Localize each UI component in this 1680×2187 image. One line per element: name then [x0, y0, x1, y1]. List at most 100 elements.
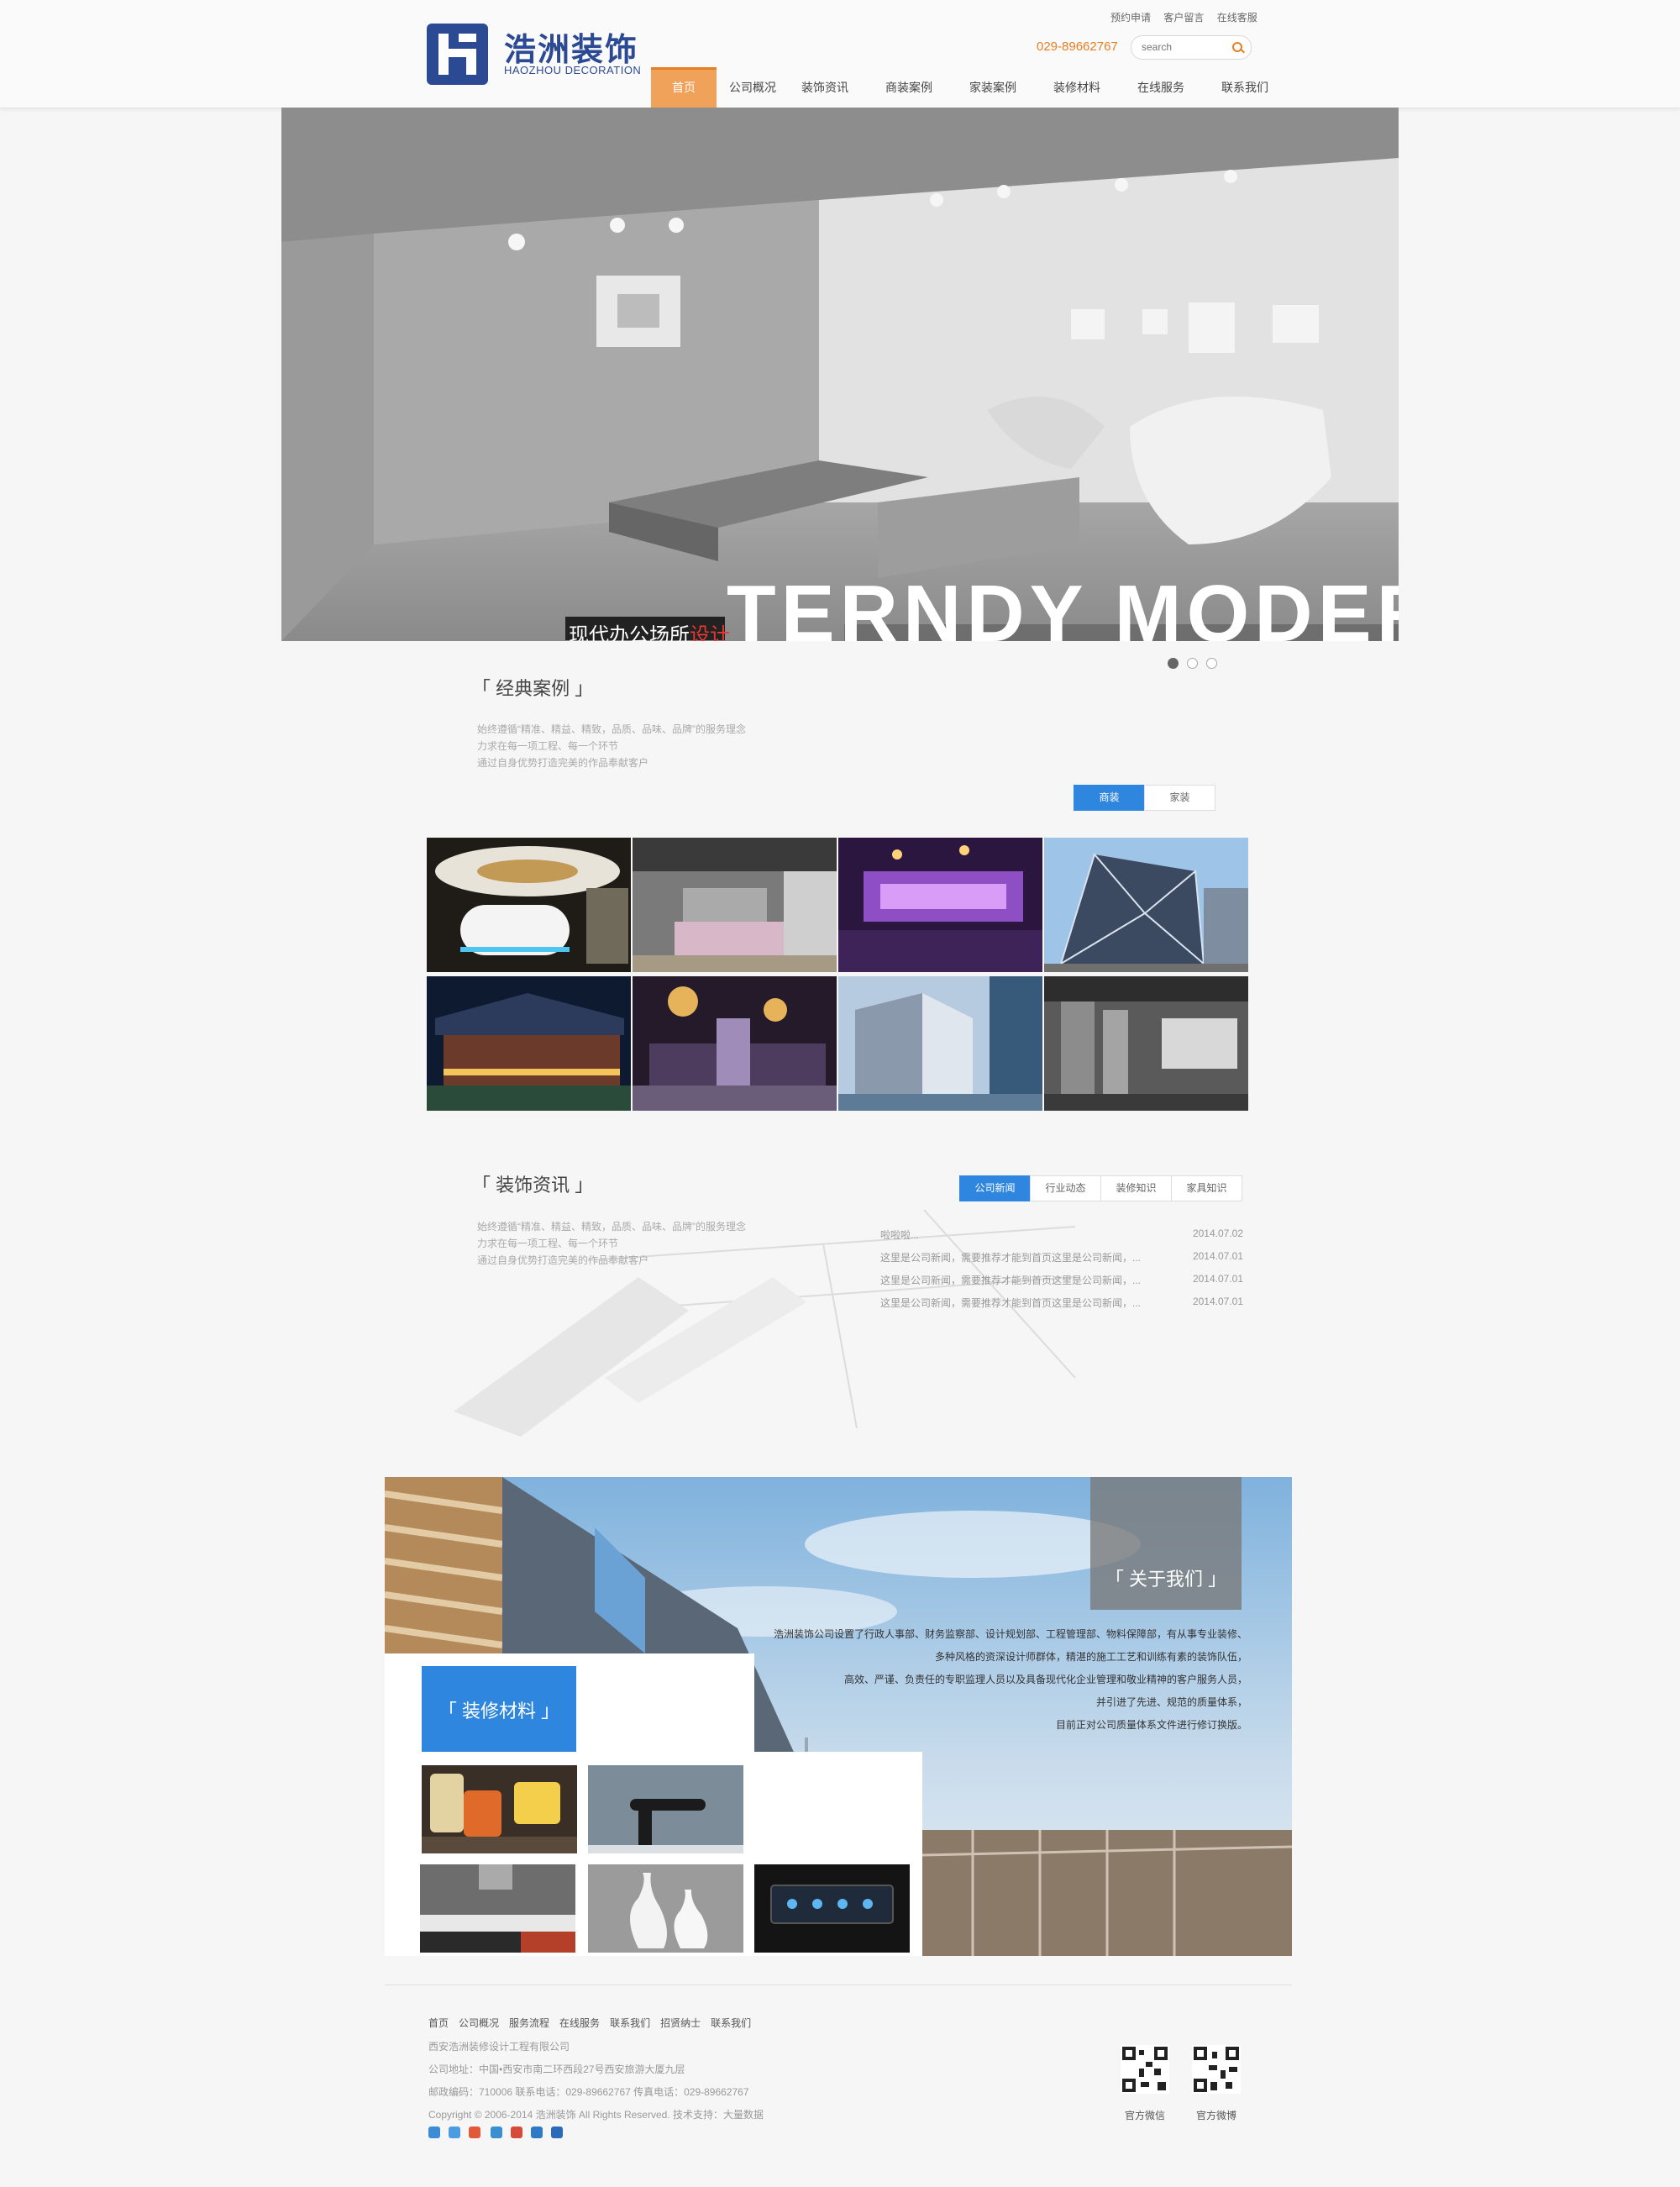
footer-link-contact[interactable]: 联系我们	[610, 2016, 650, 2030]
news-item-date: 2014.07.01	[1192, 1273, 1243, 1285]
news-desc-line: 力求在每一项工程、每一个环节	[477, 1238, 619, 1249]
tab-industry-news[interactable]: 行业动态	[1030, 1175, 1101, 1201]
share-plus-icon[interactable]	[428, 2127, 440, 2138]
case-image-building[interactable]	[1044, 838, 1248, 972]
nav-materials[interactable]: 装修材料	[1041, 67, 1125, 108]
site-header: 浩洲装饰 HAOZHOU DECORATION 预约申请 客户留言 在线客服 0…	[0, 0, 1680, 110]
about-text-line: 多种风格的资深设计师群体，精湛的施工工艺和训练有素的装饰队伍，	[934, 1651, 1247, 1663]
slider-dot-2[interactable]	[1187, 658, 1198, 669]
search-box	[1131, 35, 1252, 60]
news-item-title[interactable]: 这里是公司新闻，需要推荐才能到首页这里是公司新闻，...	[880, 1252, 1141, 1264]
cases-desc-line: 通过自身优势打造完美的作品奉献客户	[477, 757, 649, 769]
office-interior-image	[281, 108, 1399, 641]
banner-caption-b: 设计	[690, 624, 730, 641]
footer-address: 公司地址：中国•西安市南二环西段27号西安旅游大厦九层	[428, 2063, 685, 2075]
cases-description: 始终遵循“精准、精益、精致，品质、品味、品牌”的服务理念 力求在每一项工程、每一…	[477, 721, 746, 771]
qr-label-weibo: 官方微博	[1195, 2110, 1236, 2121]
footer-contact: 邮政编码：710006 联系电话：029-89662767 传真电话：029-8…	[428, 2086, 749, 2098]
case-image-palace[interactable]	[427, 976, 631, 1111]
banner-caption-a: 现代办公场所	[569, 624, 690, 641]
about-text-line: 目前正对公司质量体系文件进行修订换版。	[1055, 1719, 1247, 1731]
phone-number: 029-89662767	[1037, 39, 1118, 54]
banner-headline: TERNDY MODERN	[727, 569, 1399, 642]
news-item-date: 2014.07.02	[1192, 1228, 1243, 1239]
nav-home[interactable]: 首页	[651, 67, 717, 110]
search-input[interactable]	[1142, 39, 1226, 55]
hero-banner[interactable]: 现代办公场所设计 TERNDY MODERN	[281, 108, 1399, 641]
materials-title[interactable]: 「 装修材料 」	[422, 1696, 576, 1723]
main-nav: 首页 公司概况 装饰资讯 商装案例 家装案例 装修材料 在线服务 联系我们	[651, 67, 1281, 110]
news-description: 始终遵循“精准、精益、精致，品质、品味、品牌”的服务理念 力求在每一项工程、每一…	[477, 1218, 746, 1269]
footer-link-process[interactable]: 服务流程	[509, 2016, 549, 2030]
material-image-vases[interactable]	[588, 1864, 743, 1953]
material-image-faucet[interactable]	[588, 1765, 743, 1853]
tab-commercial[interactable]: 商装	[1074, 785, 1145, 811]
case-image-showroom[interactable]	[1044, 976, 1248, 1111]
material-image-lamps[interactable]	[422, 1765, 577, 1853]
news-title: 「 装饰资讯 」	[472, 1175, 594, 1196]
footer-links: 首页 公司概况 服务流程 在线服务 联系我们 招贤纳士 联系我们	[428, 2016, 751, 2030]
case-image-bar[interactable]	[838, 838, 1042, 972]
case-image-reception[interactable]	[427, 838, 631, 972]
news-item-title[interactable]: 这里是公司新闻，需要推荐才能到首页这里是公司新闻，...	[880, 1275, 1141, 1286]
news-item[interactable]: 啦啦啦... 2014.07.02	[880, 1228, 1243, 1242]
tab-decoration-knowledge[interactable]: 装修知识	[1100, 1175, 1172, 1201]
nav-contact[interactable]: 联系我们	[1209, 67, 1281, 108]
about-title-box: 「 关于我们 」	[1090, 1477, 1242, 1610]
top-link-message[interactable]: 客户留言	[1163, 12, 1204, 24]
slider-dot-1[interactable]	[1168, 658, 1179, 669]
slider-dot-3[interactable]	[1206, 658, 1217, 669]
news-item[interactable]: 这里是公司新闻，需要推荐才能到首页这里是公司新闻，... 2014.07.01	[880, 1250, 1243, 1264]
about-text-line: 高效、严谨、负责任的专职监理人员以及具备现代化企业管理和敬业精神的客户服务人员，	[843, 1674, 1247, 1685]
materials-title-box: 「 装修材料 」	[422, 1666, 576, 1752]
footer-link-online-service[interactable]: 在线服务	[559, 2016, 600, 2030]
footer-link-jobs[interactable]: 招贤纳士	[660, 2016, 701, 2030]
share-tencent-icon[interactable]	[491, 2127, 502, 2138]
search-icon[interactable]	[1232, 42, 1242, 52]
case-image-office-tower[interactable]	[838, 976, 1042, 1111]
share-weibo-icon[interactable]	[469, 2127, 480, 2138]
nav-home-cases[interactable]: 家装案例	[957, 67, 1041, 108]
cases-desc-line: 力求在每一项工程、每一个环节	[477, 740, 619, 752]
nav-online-service[interactable]: 在线服务	[1125, 67, 1209, 108]
about-title[interactable]: 「 关于我们 」	[1090, 1564, 1242, 1591]
material-image-switch-panel[interactable]	[754, 1864, 910, 1953]
material-image-kitchen[interactable]	[420, 1864, 575, 1953]
footer-copyright: Copyright © 2006-2014 浩洲装饰 All Rights Re…	[428, 2109, 764, 2121]
case-image-bedroom[interactable]	[633, 838, 837, 972]
case-image-restaurant[interactable]	[633, 976, 837, 1111]
news-item-title[interactable]: 这里是公司新闻，需要推荐才能到首页这里是公司新闻，...	[880, 1297, 1141, 1309]
news-item[interactable]: 这里是公司新闻，需要推荐才能到首页这里是公司新闻，... 2014.07.01	[880, 1273, 1243, 1287]
logo-icon[interactable]	[427, 24, 488, 85]
share-qzone-icon[interactable]	[449, 2127, 460, 2138]
footer-company: 西安浩洲装修设计工程有限公司	[428, 2041, 570, 2053]
footer-link-company[interactable]: 公司概况	[459, 2016, 499, 2030]
banner-caption: 现代办公场所设计	[569, 618, 730, 641]
nav-news[interactable]: 装饰资讯	[789, 67, 873, 108]
news-item-date: 2014.07.01	[1192, 1296, 1243, 1307]
news-item-title[interactable]: 啦啦啦...	[880, 1229, 919, 1241]
footer-link-contact-2[interactable]: 联系我们	[711, 2016, 751, 2030]
news-item[interactable]: 这里是公司新闻，需要推荐才能到首页这里是公司新闻，... 2014.07.01	[880, 1296, 1243, 1310]
tab-residential[interactable]: 家装	[1144, 785, 1215, 811]
qr-code-wechat-icon	[1121, 2045, 1169, 2094]
news-desc-line: 通过自身优势打造完美的作品奉献客户	[477, 1254, 649, 1266]
logo-subtitle: HAOZHOU DECORATION	[504, 64, 642, 76]
tab-company-news[interactable]: 公司新闻	[959, 1175, 1031, 1201]
cases-desc-line: 始终遵循“精准、精益、精致，品质、品味、品牌”的服务理念	[477, 723, 746, 735]
nav-commercial-cases[interactable]: 商装案例	[873, 67, 957, 108]
news-desc-line: 始终遵循“精准、精益、精致，品质、品味、品牌”的服务理念	[477, 1221, 746, 1233]
qr-code-weibo-icon	[1192, 2045, 1241, 2094]
top-links: 预约申请 客户留言 在线客服	[1110, 10, 1268, 24]
qr-label-wechat: 官方微信	[1124, 2110, 1165, 2121]
logo-text[interactable]: 浩洲装饰	[504, 24, 638, 70]
share-kaixin-icon[interactable]	[551, 2127, 563, 2138]
share-renren-icon[interactable]	[511, 2127, 522, 2138]
top-link-appointment[interactable]: 预约申请	[1110, 12, 1151, 24]
top-link-service[interactable]: 在线客服	[1217, 12, 1257, 24]
about-text-line: 并引进了先进、规范的质量体系，	[1095, 1696, 1247, 1708]
footer-link-home[interactable]: 首页	[428, 2016, 449, 2030]
share-douban-icon[interactable]	[531, 2127, 543, 2138]
tab-furniture-knowledge[interactable]: 家具知识	[1171, 1175, 1242, 1201]
nav-company[interactable]: 公司概况	[717, 67, 789, 108]
